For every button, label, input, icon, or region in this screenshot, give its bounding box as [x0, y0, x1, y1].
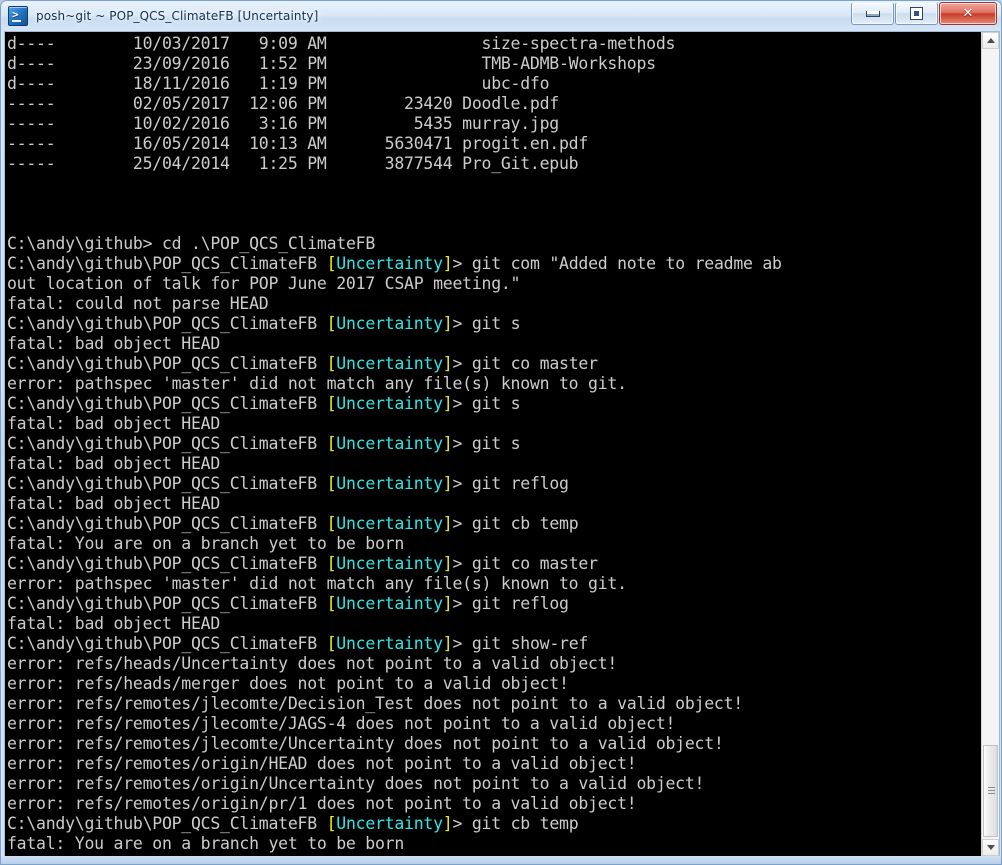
- console-line: fatal: bad object HEAD: [7, 494, 221, 513]
- console-line: C:\andy\github\POP_QCS_ClimateFB [Uncert…: [7, 314, 521, 333]
- console-line: ----- 02/05/2017 12:06 PM 23420 Doodle.p…: [7, 94, 559, 113]
- console-line: fatal: You are on a branch yet to be bor…: [7, 534, 405, 553]
- scroll-down-arrow-icon[interactable]: [982, 839, 999, 856]
- console-line: d---- 10/03/2017 9:09 AM size-spectra-me…: [7, 34, 676, 53]
- minimize-icon: [852, 3, 893, 24]
- console-line: error: refs/heads/merger does not point …: [7, 674, 569, 693]
- console-text-buffer: d---- 10/03/2017 9:09 AM size-spectra-me…: [5, 32, 782, 856]
- console-scrollbar[interactable]: [981, 32, 999, 856]
- console-line: C:\andy\github\POP_QCS_ClimateFB [Uncert…: [7, 434, 521, 453]
- console-line: error: refs/heads/Uncertainty does not p…: [7, 654, 618, 673]
- console-line: fatal: You are on a branch yet to be bor…: [7, 834, 405, 853]
- console-line: fatal: bad object HEAD: [7, 334, 221, 353]
- console-line: C:\andy\github\POP_QCS_ClimateFB [Uncert…: [7, 514, 579, 533]
- window-title: posh~git ~ POP_QCS_ClimateFB [Uncertaint…: [36, 9, 319, 23]
- powershell-icon: >: [8, 6, 28, 26]
- console-line: fatal: could not parse HEAD: [7, 294, 269, 313]
- console-line: C:\andy\github\POP_QCS_ClimateFB [Uncert…: [7, 394, 521, 413]
- console-line: error: pathspec 'master' did not match a…: [7, 374, 627, 393]
- console-line: error: pathspec 'master' did not match a…: [7, 574, 627, 593]
- console-line: C:\andy\github\POP_QCS_ClimateFB [Uncert…: [7, 814, 579, 833]
- console-line: C:\andy\github\POP_QCS_ClimateFB [Uncert…: [7, 634, 589, 653]
- console-line: fatal: bad object HEAD: [7, 454, 221, 473]
- window-caption-buttons: ✕: [851, 2, 997, 25]
- scrollbar-thumb[interactable]: [983, 745, 998, 837]
- console-line: C:\andy\github\POP_QCS_ClimateFB [Uncert…: [7, 474, 569, 493]
- console-client-area: d---- 10/03/2017 9:09 AM size-spectra-me…: [4, 31, 1000, 857]
- console-line: fatal: bad object HEAD: [7, 414, 221, 433]
- console-line: C:\andy\github> cd .\POP_QCS_ClimateFB: [7, 234, 375, 253]
- window-bottom-edge: [1, 856, 1001, 864]
- console-line: C:\andy\github\POP_QCS_ClimateFB [Uncert…: [7, 594, 569, 613]
- console-line: error: refs/remotes/jlecomte/JAGS-4 does…: [7, 714, 676, 733]
- console-line: d---- 23/09/2016 1:52 PM TMB-ADMB-Worksh…: [7, 54, 656, 73]
- console-line: out location of talk for POP June 2017 C…: [7, 274, 521, 293]
- close-button[interactable]: ✕: [939, 2, 997, 25]
- close-icon: ✕: [962, 6, 974, 21]
- console-line: error: refs/remotes/origin/pr/1 does not…: [7, 794, 637, 813]
- console-line: C:\andy\github\POP_QCS_ClimateFB [Uncert…: [7, 554, 598, 573]
- console-line: C:\andy\github\POP_QCS_ClimateFB [Uncert…: [7, 254, 782, 273]
- console-line: error: refs/remotes/jlecomte/Uncertainty…: [7, 734, 724, 753]
- minimize-button[interactable]: [851, 2, 894, 25]
- maximize-button[interactable]: [895, 2, 938, 25]
- console-screen[interactable]: d---- 10/03/2017 9:09 AM size-spectra-me…: [5, 32, 981, 856]
- console-line: error: refs/remotes/origin/Uncertainty d…: [7, 774, 705, 793]
- maximize-icon: [896, 3, 937, 24]
- application-window: > posh~git ~ POP_QCS_ClimateFB [Uncertai…: [0, 0, 1002, 865]
- console-line: error: refs/remotes/origin/HEAD does not…: [7, 754, 637, 773]
- console-line: d---- 18/11/2016 1:19 PM ubc-dfo: [7, 74, 550, 93]
- console-line: ----- 10/02/2016 3:16 PM 5435 murray.jpg: [7, 114, 559, 133]
- console-line: fatal: bad object HEAD: [7, 614, 221, 633]
- scrollbar-grip-icon: [988, 787, 995, 795]
- console-line: C:\andy\github\POP_QCS_ClimateFB [Uncert…: [7, 354, 598, 373]
- console-line: error: refs/remotes/jlecomte/Decision_Te…: [7, 694, 743, 713]
- scroll-up-arrow-icon[interactable]: [982, 32, 999, 49]
- console-line: ----- 16/05/2014 10:13 AM 5630471 progit…: [7, 134, 589, 153]
- scrollbar-track[interactable]: [982, 49, 999, 839]
- console-line: ----- 25/04/2014 1:25 PM 3877544 Pro_Git…: [7, 154, 579, 173]
